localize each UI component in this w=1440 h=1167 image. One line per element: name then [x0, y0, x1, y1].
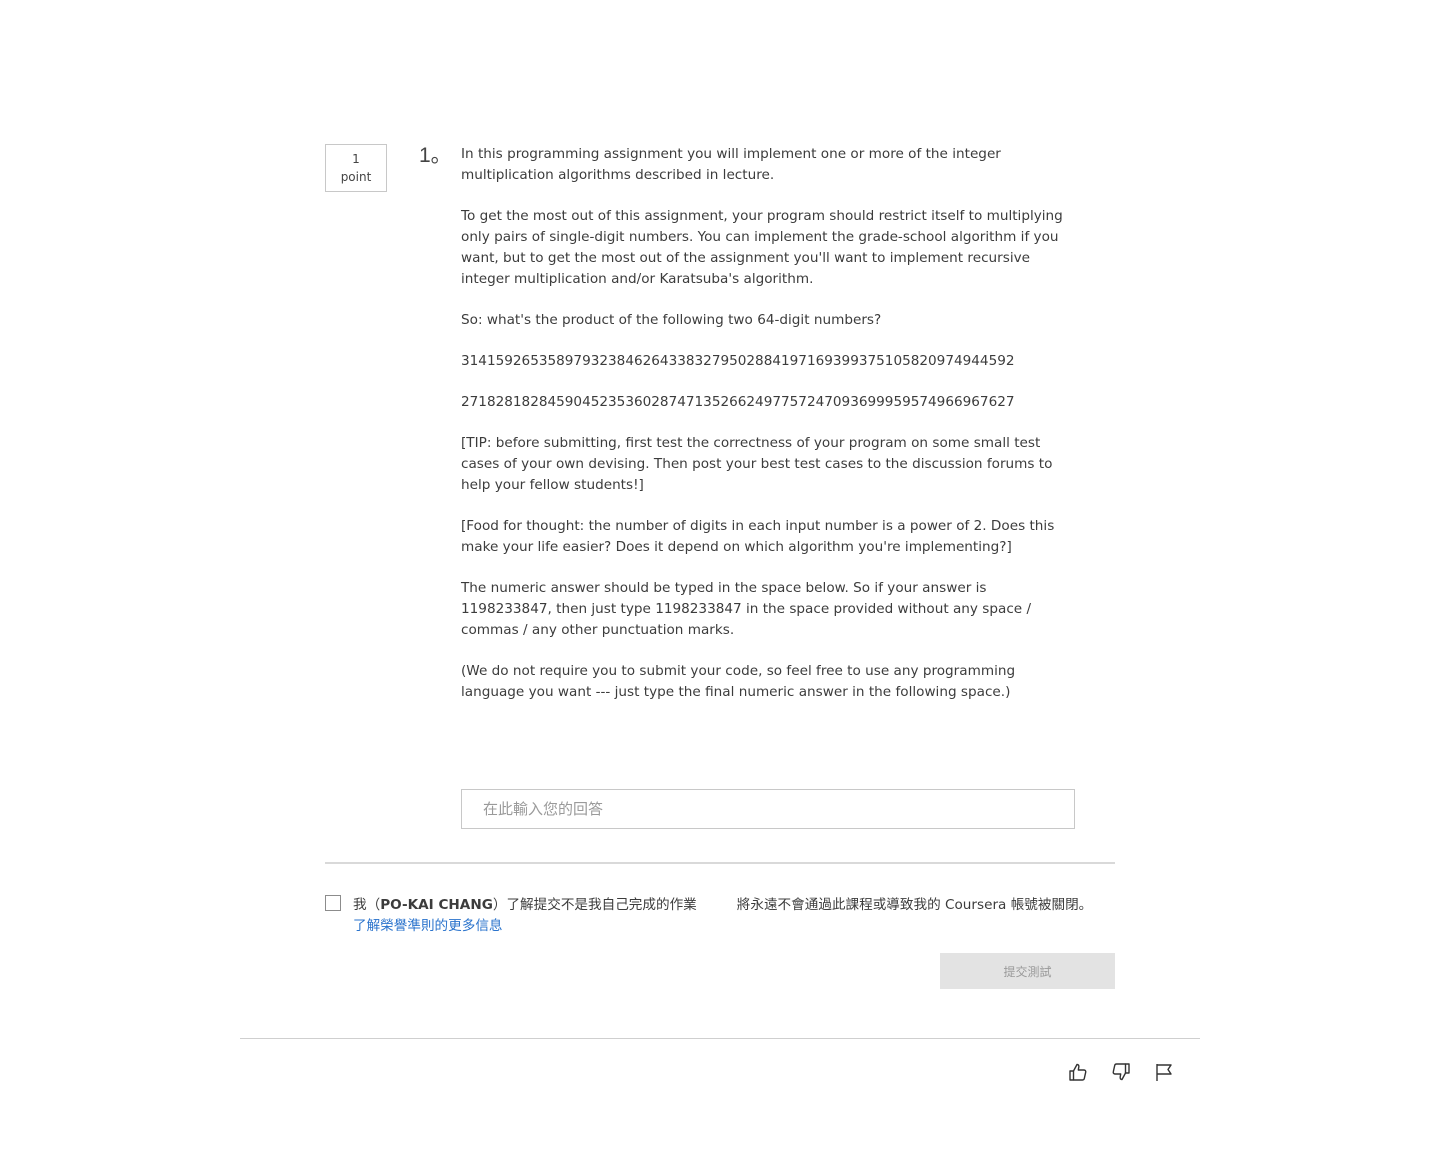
points-unit: point: [340, 170, 372, 184]
prompt-paragraph: The numeric answer should be typed in th…: [461, 580, 1032, 638]
honor-prefix: 我（: [353, 897, 381, 913]
honor-suffix: 將永遠不會通過此課程或導致我的 Coursera 帳號被關閉。: [736, 897, 1093, 913]
section-divider: [325, 862, 1115, 864]
submit-quiz-button[interactable]: 提交測試: [940, 953, 1115, 989]
honor-middle: ）了解提交不是我自己完成的作業: [492, 897, 697, 913]
prompt-paragraph: (We do not require you to submit your co…: [461, 663, 1016, 700]
flag-icon[interactable]: [1152, 1060, 1176, 1084]
footer-divider: [240, 1038, 1200, 1039]
prompt-paragraph: In this programming assignment you will …: [461, 146, 1001, 183]
prompt-paragraph: [TIP: before submitting, first test the …: [461, 435, 1053, 493]
prompt-number-b: 2718281828459045235360287471352662497757…: [461, 394, 1015, 410]
thumbs-down-icon[interactable]: [1109, 1060, 1133, 1084]
honor-code-statement: 我（PO-KAI CHANG）了解提交不是我自己完成的作業 將永遠不會通過此課程或…: [353, 895, 1113, 937]
honor-code-learn-more-link[interactable]: 了解榮譽準則的更多信息: [353, 918, 503, 934]
honor-code-checkbox[interactable]: [325, 895, 341, 911]
points-value: 1: [352, 152, 360, 166]
learner-name: PO-KAI CHANG: [380, 897, 493, 913]
prompt-number-a: 3141592653589793238462643383279502884197…: [461, 353, 1015, 369]
question-points-badge: 1 point: [325, 144, 387, 192]
thumbs-up-icon[interactable]: [1066, 1060, 1090, 1084]
prompt-paragraph: [Food for thought: the number of digits …: [461, 518, 1055, 555]
question-prompt: In this programming assignment you will …: [461, 144, 1081, 723]
answer-input[interactable]: [461, 789, 1075, 829]
question-number: 1。: [419, 144, 452, 167]
prompt-paragraph: To get the most out of this assignment, …: [461, 208, 1063, 287]
prompt-paragraph: So: what's the product of the following …: [461, 312, 882, 328]
